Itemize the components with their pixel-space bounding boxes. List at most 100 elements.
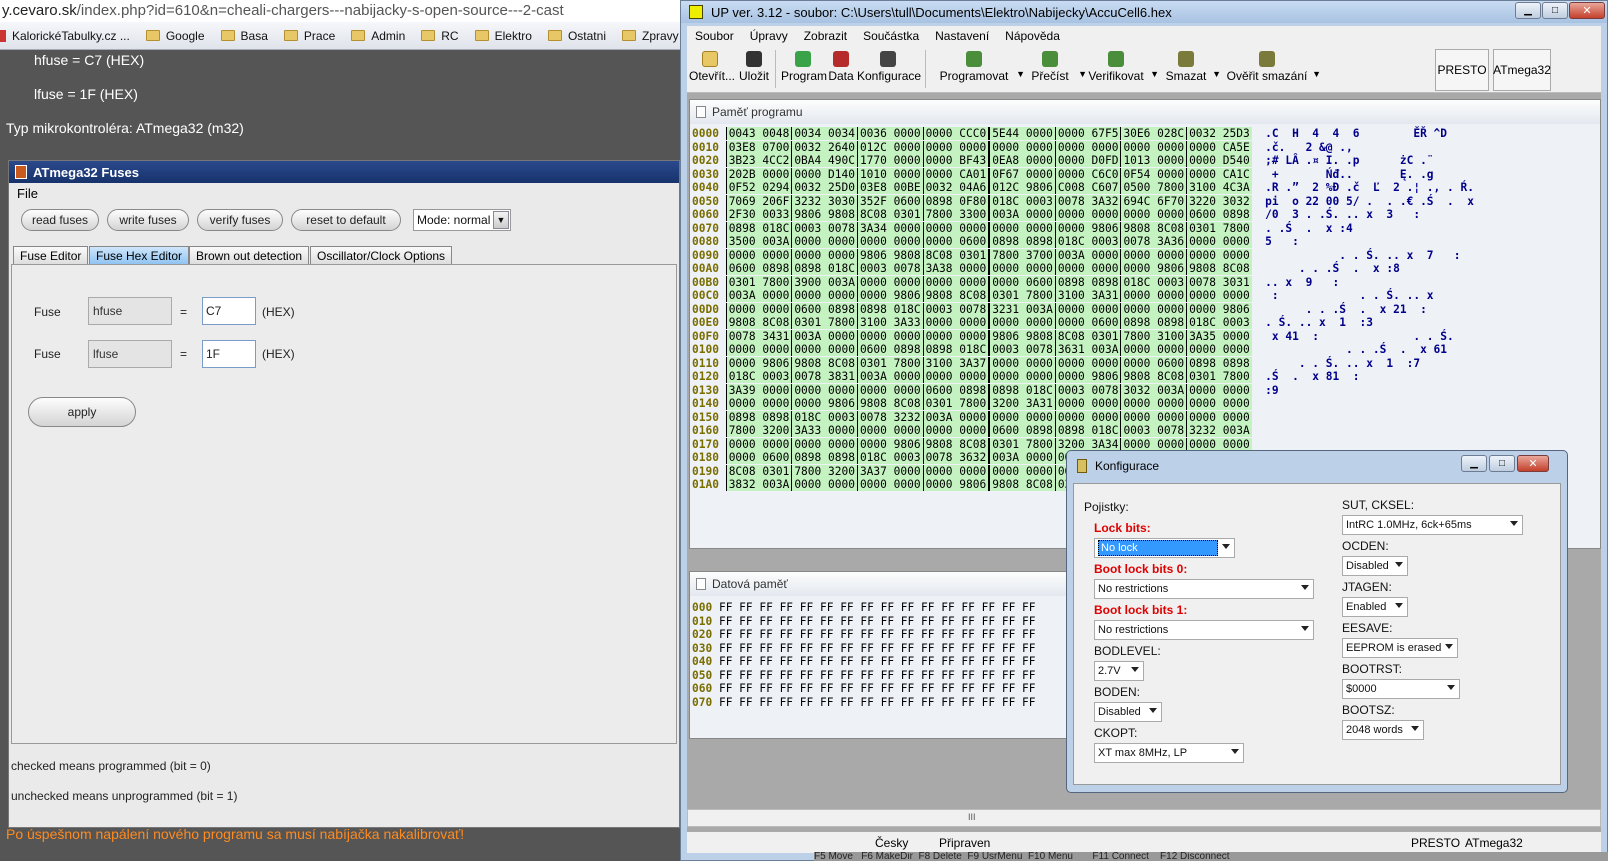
hex-cell[interactable]: 0000 0000 — [1054, 410, 1121, 424]
hex-cell[interactable]: 3B23 4CC2 — [725, 154, 792, 167]
hex-cell[interactable]: 0000 0000 — [856, 275, 923, 289]
bookmark-elektro[interactable]: Elektro — [474, 29, 532, 43]
tab-fuse-editor[interactable]: Fuse Editor — [13, 246, 89, 265]
hex-cell[interactable]: 0000 0000 — [922, 316, 989, 329]
open-button[interactable]: Otevřít... — [689, 51, 735, 83]
hex-cell[interactable]: 0032 04A6 — [922, 181, 989, 194]
hex-cell[interactable]: 0000 0000 — [988, 262, 1055, 275]
hex-cell[interactable]: 0000 0000 — [922, 424, 989, 437]
hex-cell[interactable]: 003A 0000 — [725, 289, 792, 302]
hex-cell[interactable]: 3200 3A31 — [988, 397, 1055, 410]
hex-cell[interactable]: 0000 0000 — [1186, 383, 1252, 397]
boot-lock-bits-1-select[interactable]: No restrictions — [1094, 620, 1314, 640]
hex-cell[interactable]: 018C 0003 — [856, 451, 923, 464]
address-bar[interactable]: y.cevaro.sk/index.php?id=610&n=cheali-ch… — [0, 0, 690, 22]
hex-cell[interactable]: 9808 8C08 — [725, 316, 792, 329]
hex-cell[interactable]: 0F54 0000 — [1120, 167, 1187, 181]
hex-cell[interactable]: 8C08 0301 — [856, 208, 923, 221]
hex-cell[interactable]: 0301 7800 — [725, 275, 792, 289]
hex-cell[interactable]: 0000 0000 — [791, 248, 857, 262]
hex-cell[interactable]: C008 C607 — [1054, 181, 1121, 194]
hex-cell[interactable]: 3200 3A34 — [1054, 437, 1121, 451]
read-fuses-button[interactable]: read fuses — [21, 209, 99, 231]
hex-cell[interactable]: 0000 0000 — [725, 248, 792, 262]
hex-cell[interactable]: 0000 0000 — [1120, 248, 1187, 262]
programovat-button[interactable]: Programovat ▼ — [935, 51, 1025, 83]
menu-nastaveni[interactable]: Nastavení — [935, 29, 989, 43]
hex-cell[interactable]: 018C 0003 — [988, 194, 1055, 208]
configuration-button[interactable]: Konfigurace — [857, 51, 921, 83]
hex-cell[interactable]: 0003 0078 — [988, 343, 1055, 356]
hex-cell[interactable]: 0078 3A32 — [1054, 194, 1121, 208]
save-button[interactable]: Uložit — [737, 51, 771, 83]
hex-cell[interactable]: 0000 0000 — [1054, 302, 1121, 316]
hex-cell[interactable]: 0000 9806 — [856, 437, 923, 451]
hex-cell[interactable]: 0000 0000 — [922, 221, 989, 235]
hex-cell[interactable]: 3631 003A — [1054, 343, 1121, 356]
hex-cell[interactable]: 0000 0000 — [1186, 235, 1252, 248]
hex-cell[interactable]: 3032 003A — [1120, 383, 1187, 397]
hex-cell[interactable]: 3100 3A37 — [922, 356, 989, 370]
hex-cell[interactable]: 0000 0000 — [1054, 356, 1121, 370]
hex-cell[interactable]: 018C 0003 — [1186, 316, 1252, 329]
hex-cell[interactable]: 9808 8C08 — [922, 437, 989, 451]
hex-cell[interactable]: 0898 0898 — [725, 410, 792, 424]
hex-cell[interactable]: 0301 7800 — [922, 397, 989, 410]
bootsz-select[interactable]: 2048 words — [1342, 720, 1424, 740]
program-view-button[interactable]: Program — [781, 51, 827, 83]
bookmark-ostatni[interactable]: Ostatni — [547, 29, 606, 43]
hex-cell[interactable]: 003A 0000 — [1054, 248, 1121, 262]
hex-cell[interactable]: 0000 0000 — [988, 140, 1055, 154]
hex-cell[interactable]: 0000 0000 — [988, 356, 1055, 370]
apply-button[interactable]: apply — [28, 397, 136, 427]
chevron-down-icon[interactable]: ▼ — [1016, 69, 1025, 79]
maximize-button[interactable]: □ — [1542, 2, 1568, 19]
hex-cell[interactable]: 0000 0000 — [791, 383, 857, 397]
mode-select[interactable]: Mode: normal ▼ — [413, 209, 511, 231]
hex-cell[interactable]: 7800 3200 — [791, 464, 857, 478]
hex-cell[interactable]: 0F52 0294 — [725, 181, 792, 194]
hex-cell[interactable]: 7069 206F — [725, 194, 792, 208]
hex-cell[interactable]: 018C 0003 — [725, 370, 792, 383]
hex-cell[interactable]: 0000 9806 — [1186, 302, 1252, 316]
hex-cell[interactable]: 3232 003A — [1186, 424, 1252, 437]
hex-cell[interactable]: 0000 0600 — [1054, 316, 1121, 329]
hex-cell[interactable]: 3220 3032 — [1186, 194, 1252, 208]
hex-cell[interactable]: 0000 0000 — [1120, 437, 1187, 451]
hex-cell[interactable]: 0000 9806 — [922, 478, 989, 491]
hex-cell[interactable]: 0301 7800 — [988, 289, 1055, 302]
hex-cell[interactable]: 012C 9806 — [988, 181, 1055, 194]
bookmark-kalorickétabulky[interactable]: KalorickéTabulky.cz ... — [0, 29, 130, 43]
lock-bits-select[interactable]: No lock — [1094, 538, 1235, 558]
chevron-down-icon[interactable]: ▼ — [1150, 69, 1159, 79]
hex-cell[interactable]: 0000 0000 — [922, 140, 989, 154]
data-hex-cells[interactable]: FF FF FF FF FF FF FF FF FF FF FF FF FF F… — [719, 601, 1036, 614]
hex-cell[interactable]: 0000 D0FD — [1054, 154, 1121, 167]
bookmark-admin[interactable]: Admin — [351, 29, 405, 43]
hex-cell[interactable]: 0301 7800 — [988, 437, 1055, 451]
boden-select[interactable]: Disabled — [1094, 702, 1162, 722]
hex-cell[interactable]: 0898 018C — [922, 343, 989, 356]
hex-cell[interactable]: 0078 3431 — [725, 329, 792, 343]
hex-cell[interactable]: 0898 018C — [856, 302, 923, 316]
menu-soucastka[interactable]: Součástka — [863, 29, 919, 43]
hex-cell[interactable]: 0078 3632 — [922, 451, 989, 464]
hex-cell[interactable]: 0000 0000 — [725, 343, 792, 356]
hex-cell[interactable]: 1010 0000 — [856, 167, 923, 181]
hex-cell[interactable]: 0032 25D0 — [791, 181, 857, 194]
hex-cell[interactable]: 0000 9806 — [856, 289, 923, 302]
bodlevel-select[interactable]: 2.7V — [1094, 661, 1144, 681]
hex-cell[interactable]: 0898 018C — [1054, 424, 1121, 437]
hex-cell[interactable]: 0000 0000 — [1054, 140, 1121, 154]
hex-cell[interactable]: 0036 0000 — [856, 127, 923, 140]
hex-cell[interactable]: 0000 CCC0 — [922, 127, 989, 140]
minimize-button[interactable]: ▁ — [1515, 2, 1541, 19]
hex-cell[interactable]: 0000 0000 — [1120, 289, 1187, 302]
hex-cell[interactable]: 0078 3232 — [856, 410, 923, 424]
hex-cell[interactable]: 0000 0000 — [922, 370, 989, 383]
hex-cell[interactable]: 0034 0034 — [791, 127, 857, 140]
menu-upravy[interactable]: Úpravy — [750, 29, 788, 43]
hex-cell[interactable]: 0EA8 0000 — [988, 154, 1055, 167]
hex-cell[interactable]: 0898 018C — [791, 262, 857, 275]
hex-cell[interactable]: 0000 0600 — [725, 451, 792, 464]
